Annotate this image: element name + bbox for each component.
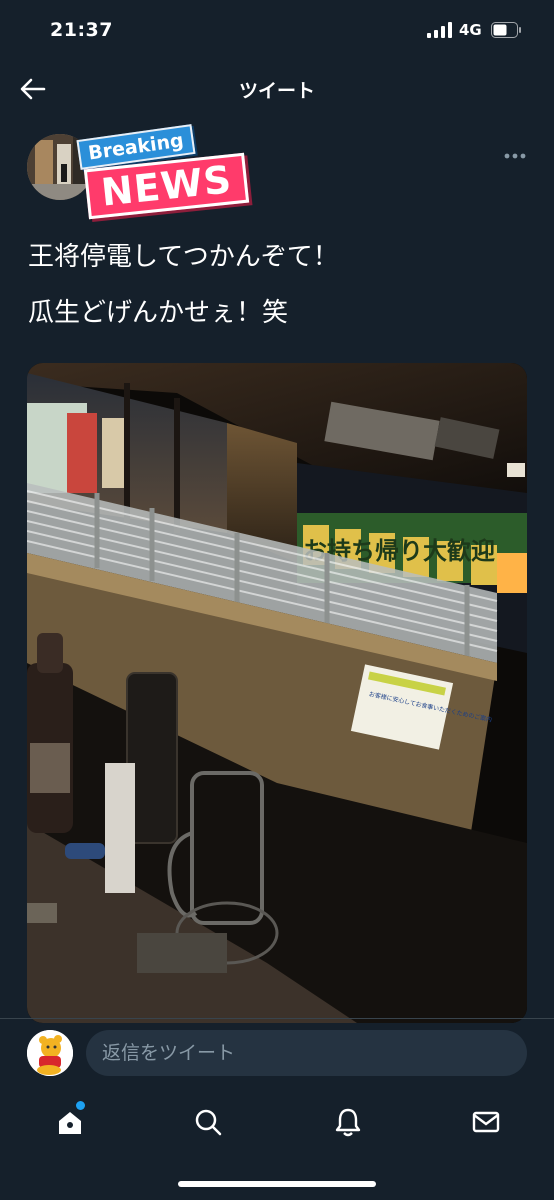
signal-icon bbox=[427, 22, 452, 38]
home-indicator bbox=[178, 1181, 376, 1187]
tweet-text-line1: 王将停電してつかんぞて！ bbox=[28, 242, 339, 272]
more-dots-icon bbox=[504, 153, 526, 159]
search-icon bbox=[195, 1109, 222, 1136]
reply-input[interactable] bbox=[86, 1030, 527, 1076]
battery-icon bbox=[491, 22, 521, 38]
user-avatar[interactable] bbox=[27, 1030, 73, 1076]
status-time: 21:37 bbox=[50, 19, 113, 41]
more-options-button[interactable] bbox=[498, 142, 532, 170]
status-bar: 21:37 4G bbox=[0, 0, 554, 62]
home-icon bbox=[59, 1112, 81, 1134]
network-type: 4G bbox=[459, 21, 482, 39]
tweet-text-line2: 瓜生どげんかせぇ！笑 bbox=[28, 298, 289, 328]
tweet-header: Breaking NEWS bbox=[0, 124, 554, 224]
tab-home[interactable] bbox=[48, 1102, 92, 1142]
restaurant-photo: お持ち帰り大歓迎 お客様に安心してお食事いただくためのご案内 bbox=[27, 363, 527, 1023]
bell-icon bbox=[335, 1108, 361, 1137]
tab-bar bbox=[0, 1090, 554, 1158]
mail-icon bbox=[472, 1111, 500, 1133]
reply-bar bbox=[0, 1019, 554, 1089]
page-title: ツイート bbox=[238, 80, 315, 102]
bear-avatar-icon bbox=[27, 1030, 73, 1076]
tweet-media[interactable]: お持ち帰り大歓迎 お客様に安心してお食事いただくためのご案内 bbox=[27, 363, 527, 1023]
tab-messages[interactable] bbox=[464, 1102, 508, 1142]
tab-notifications[interactable] bbox=[326, 1102, 370, 1142]
new-content-dot bbox=[76, 1101, 85, 1110]
tab-search[interactable] bbox=[186, 1102, 230, 1142]
nav-bar: ツイート bbox=[0, 62, 554, 116]
